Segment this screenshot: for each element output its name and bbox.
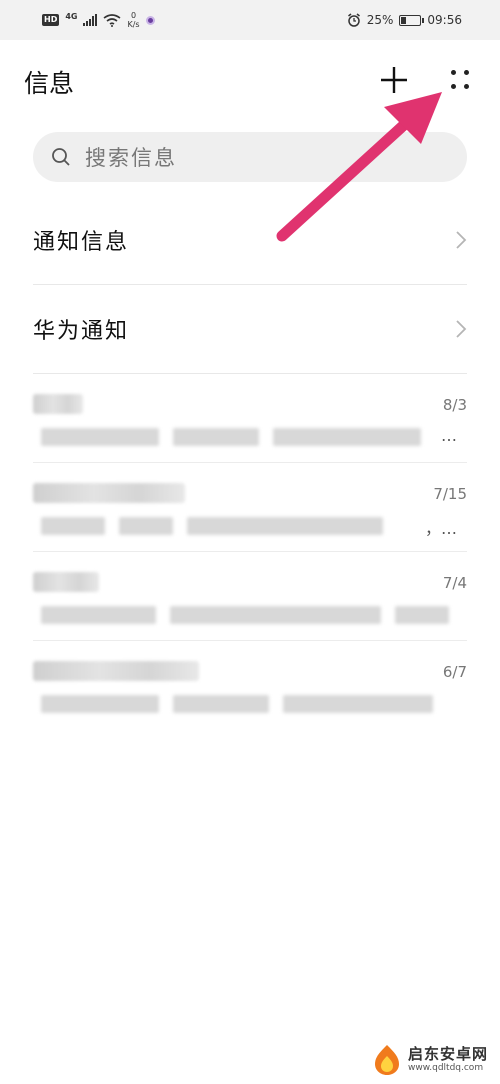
sender-name-blurred xyxy=(33,483,185,503)
message-date: 8/3 xyxy=(442,396,467,414)
message-preview-blurred xyxy=(41,428,449,446)
watermark-logo: 启东安卓网 www.qdltdq.com xyxy=(372,1044,488,1076)
row-label: 华为通知 xyxy=(33,319,130,344)
watermark-name: 启东安卓网 xyxy=(408,1045,489,1063)
chevron-right-icon xyxy=(456,320,467,338)
annotation-arrow-icon xyxy=(276,92,442,242)
message-item[interactable]: 8/3 … xyxy=(33,374,467,463)
message-item[interactable]: 7/15 ，… xyxy=(33,463,467,552)
message-item[interactable]: 6/7 xyxy=(33,641,467,730)
message-date: 6/7 xyxy=(442,663,467,681)
message-date: 7/4 xyxy=(442,574,467,592)
sender-name-blurred xyxy=(33,394,83,414)
message-item[interactable]: 7/4 xyxy=(33,552,467,641)
preview-ellipsis: ，… xyxy=(424,519,457,538)
watermark-text: 启东安卓网 www.qdltdq.com xyxy=(408,1047,488,1073)
watermark-url: www.qdltdq.com xyxy=(408,1063,484,1073)
sender-name-blurred xyxy=(33,661,199,681)
message-preview-blurred xyxy=(41,517,427,535)
sender-name-blurred xyxy=(33,572,99,592)
preview-ellipsis: … xyxy=(441,426,457,445)
message-date: 7/15 xyxy=(433,485,467,503)
watermark-flame-icon xyxy=(375,1045,399,1075)
message-preview-blurred xyxy=(41,695,449,713)
message-preview-blurred xyxy=(41,606,449,624)
